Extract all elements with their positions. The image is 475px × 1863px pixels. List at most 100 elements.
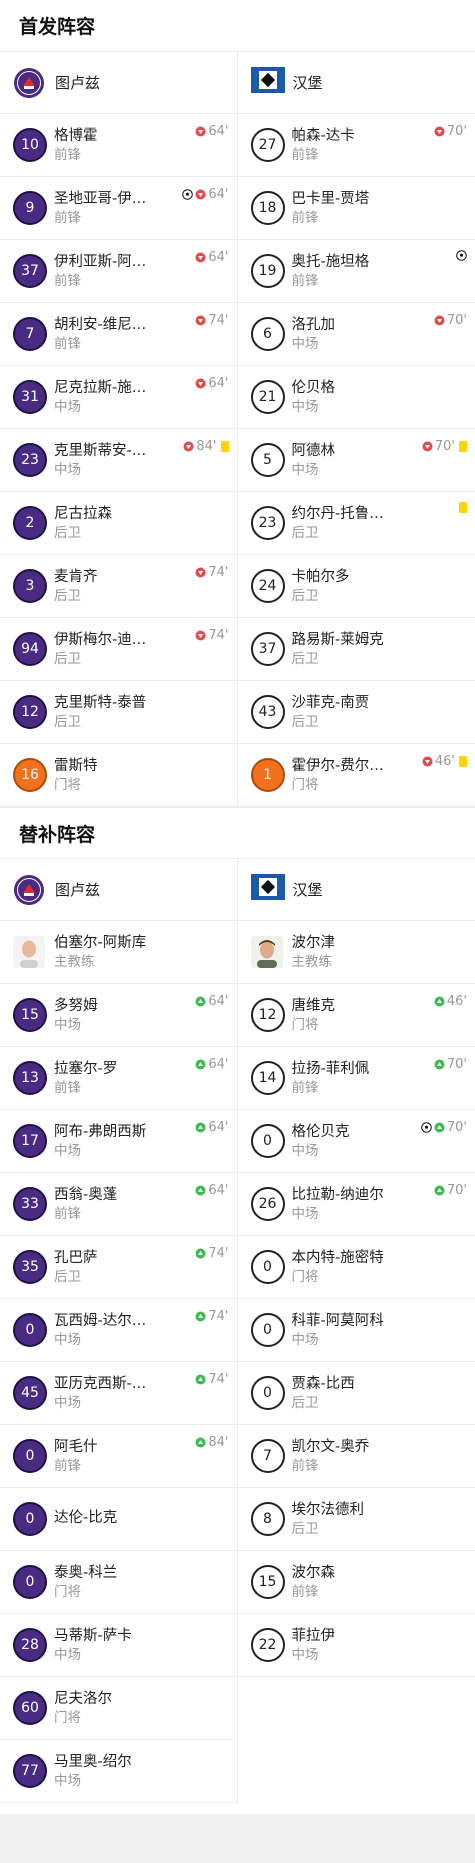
sub-in-arrow-icon xyxy=(195,1437,206,1448)
player-row[interactable]: 37 伊利亚斯-阿… 前锋 64' xyxy=(0,240,237,303)
sub-out-arrow-icon xyxy=(195,189,206,200)
player-position: 前锋 xyxy=(291,1079,319,1096)
player-row[interactable]: 77 马里奥-绍尔 中场 xyxy=(0,1740,237,1803)
player-row[interactable]: 18 巴卡里-贾塔 前锋 xyxy=(237,177,475,240)
event-minute: 84' xyxy=(196,439,217,454)
player-row[interactable]: 15 多努姆 中场 64' xyxy=(0,984,237,1047)
event-minute: 74' xyxy=(208,565,229,580)
home-team-header[interactable]: 图卢兹 xyxy=(0,52,237,114)
sub-out-arrow-icon xyxy=(195,630,206,641)
player-row[interactable]: 1 霍伊尔-费尔… 门将 46' xyxy=(237,744,475,807)
player-row[interactable]: 0 达伦-比克 xyxy=(0,1488,237,1551)
subs-lineup: 图卢兹 伯塞尔-阿斯库 主教练 15 多努姆 中场 64' 13 拉塞尔-罗 前锋 64' 17… xyxy=(0,859,475,1803)
player-row[interactable]: 0 泰奥-科兰 门将 xyxy=(0,1551,237,1614)
player-row[interactable]: 7 胡利安-维尼… 前锋 74' xyxy=(0,303,237,366)
player-row[interactable]: 6 洛孔加 中场 70' xyxy=(237,303,475,366)
home-coach-row[interactable]: 伯塞尔-阿斯库 主教练 xyxy=(0,921,237,984)
sub-in-arrow-icon xyxy=(434,996,445,1007)
match-events: 64' xyxy=(195,250,229,265)
subs-away-column: 汉堡 波尔津 主教练 12 唐维克 门将 46' 14 拉扬-菲利佩 前锋 70' 0 格伦贝克中… xyxy=(237,859,475,1803)
player-name: 雷斯特 xyxy=(54,757,98,774)
subs-away-team-header[interactable]: 汉堡 xyxy=(237,859,475,921)
player-name: 西翁-奥蓬 xyxy=(54,1186,118,1203)
player-row[interactable]: 26 比拉勒-纳迪尔 中场 70' xyxy=(237,1173,475,1236)
event-minute: 64' xyxy=(208,124,229,139)
player-position: 中场 xyxy=(291,1331,319,1348)
sub-in-arrow-icon xyxy=(195,1374,206,1385)
player-row[interactable]: 35 孔巴萨 后卫 74' xyxy=(0,1236,237,1299)
player-row[interactable]: 7 凯尔文-奥乔 前锋 xyxy=(237,1425,475,1488)
player-name: 阿德林 xyxy=(291,442,336,459)
shirt-number: 12 xyxy=(250,998,285,1032)
player-name: 阿毛什 xyxy=(54,1438,98,1455)
match-events: 70' xyxy=(434,1057,467,1072)
player-row[interactable]: 0 贾森-比西 后卫 xyxy=(237,1362,475,1425)
player-row[interactable]: 5 阿德林 中场 70' xyxy=(237,429,475,492)
match-events: 46' xyxy=(422,754,467,769)
shirt-number: 1 xyxy=(250,758,285,792)
player-position: 后卫 xyxy=(54,524,81,541)
away-team-header[interactable]: 汉堡 xyxy=(237,52,475,114)
player-row[interactable]: 2 尼古拉森 后卫 xyxy=(0,492,237,555)
sub-out-arrow-icon xyxy=(195,315,206,326)
player-name: 马里奥-绍尔 xyxy=(54,1753,132,1770)
player-row[interactable]: 10 格博霍 前锋 64' xyxy=(0,114,237,177)
player-position: 前锋 xyxy=(54,1457,81,1474)
player-row[interactable]: 43 沙菲克-南贾 后卫 xyxy=(237,681,475,744)
player-row[interactable]: 19 奥托-施坦格 前锋 xyxy=(237,240,475,303)
shirt-number: 14 xyxy=(250,1061,285,1095)
event-minute: 74' xyxy=(208,1246,229,1261)
player-row[interactable]: 16 雷斯特 门将 xyxy=(0,744,237,807)
player-row[interactable]: 0 本内特-施密特 门将 xyxy=(237,1236,475,1299)
event-minute: 64' xyxy=(208,376,229,391)
player-row[interactable]: 15 波尔森 前锋 xyxy=(237,1551,475,1614)
player-position: 中场 xyxy=(54,398,81,415)
away-coach-row[interactable]: 波尔津 主教练 xyxy=(237,921,475,984)
player-row[interactable]: 0 瓦西姆-达尔… 中场 74' xyxy=(0,1299,237,1362)
player-row[interactable]: 22 菲拉伊 中场 xyxy=(237,1614,475,1677)
player-row[interactable]: 8 埃尔法德利 后卫 xyxy=(237,1488,475,1551)
event-minute: 70' xyxy=(446,1183,467,1198)
player-row[interactable]: 0 科菲-阿莫阿科 中场 xyxy=(237,1299,475,1362)
player-name: 尼夫洛尔 xyxy=(54,1690,112,1707)
player-row[interactable]: 0 格伦贝克 中场 70' xyxy=(237,1110,475,1173)
shirt-number: 21 xyxy=(250,380,285,414)
player-row[interactable]: 37 路易斯-莱姆克 后卫 xyxy=(237,618,475,681)
sub-in-arrow-icon xyxy=(195,1122,206,1133)
player-position: 后卫 xyxy=(54,713,81,730)
player-name: 格博霍 xyxy=(54,127,98,144)
player-row[interactable]: 0 阿毛什 前锋 84' xyxy=(0,1425,237,1488)
player-row[interactable]: 12 唐维克 门将 46' xyxy=(237,984,475,1047)
player-row[interactable]: 21 伦贝格 中场 xyxy=(237,366,475,429)
event-minute: 64' xyxy=(208,187,229,202)
player-name: 菲拉伊 xyxy=(291,1627,336,1644)
player-row[interactable]: 60 尼夫洛尔 门将 xyxy=(0,1677,237,1740)
player-row[interactable]: 17 阿布-弗朗西斯 中场 64' xyxy=(0,1110,237,1173)
match-events: 70' xyxy=(421,1120,467,1135)
player-position: 后卫 xyxy=(54,650,81,667)
shirt-number: 31 xyxy=(13,380,47,414)
player-row[interactable]: 23 约尔丹-托鲁… 后卫 xyxy=(237,492,475,555)
coach-role: 主教练 xyxy=(54,953,95,970)
player-row[interactable]: 33 西翁-奥蓬 前锋 64' xyxy=(0,1173,237,1236)
player-row[interactable]: 13 拉塞尔-罗 前锋 64' xyxy=(0,1047,237,1110)
player-row[interactable]: 9 圣地亚哥-伊… 前锋 64' xyxy=(0,177,237,240)
match-events: 46' xyxy=(434,994,467,1009)
sub-out-arrow-icon xyxy=(422,756,433,767)
starting-lineup: 图卢兹 10 格博霍 前锋 64' 9 圣地亚哥-伊… 前锋 64' 37 伊利亚斯-阿… 前锋 64… xyxy=(0,52,475,807)
player-row[interactable]: 23 克里斯蒂安-… 中场 84' xyxy=(0,429,237,492)
player-row[interactable]: 28 马蒂斯-萨卡 中场 xyxy=(0,1614,237,1677)
player-row[interactable]: 27 帕森-达卡 前锋 70' xyxy=(237,114,475,177)
player-row[interactable]: 45 亚历克西斯-… 中场 74' xyxy=(0,1362,237,1425)
player-row[interactable]: 12 克里斯特-泰普 后卫 xyxy=(0,681,237,744)
player-row[interactable]: 14 拉扬-菲利佩 前锋 70' xyxy=(237,1047,475,1110)
player-name: 胡利安-维尼… xyxy=(54,316,147,333)
event-minute: 46' xyxy=(446,994,467,1009)
player-position: 前锋 xyxy=(54,1205,81,1222)
player-row[interactable]: 31 尼克拉斯-施… 中场 64' xyxy=(0,366,237,429)
player-position: 前锋 xyxy=(291,272,319,289)
player-row[interactable]: 24 卡帕尔多 后卫 xyxy=(237,555,475,618)
subs-home-team-header[interactable]: 图卢兹 xyxy=(0,859,237,921)
player-row[interactable]: 3 麦肯齐 后卫 74' xyxy=(0,555,237,618)
player-row[interactable]: 94 伊斯梅尔-迪… 后卫 74' xyxy=(0,618,237,681)
